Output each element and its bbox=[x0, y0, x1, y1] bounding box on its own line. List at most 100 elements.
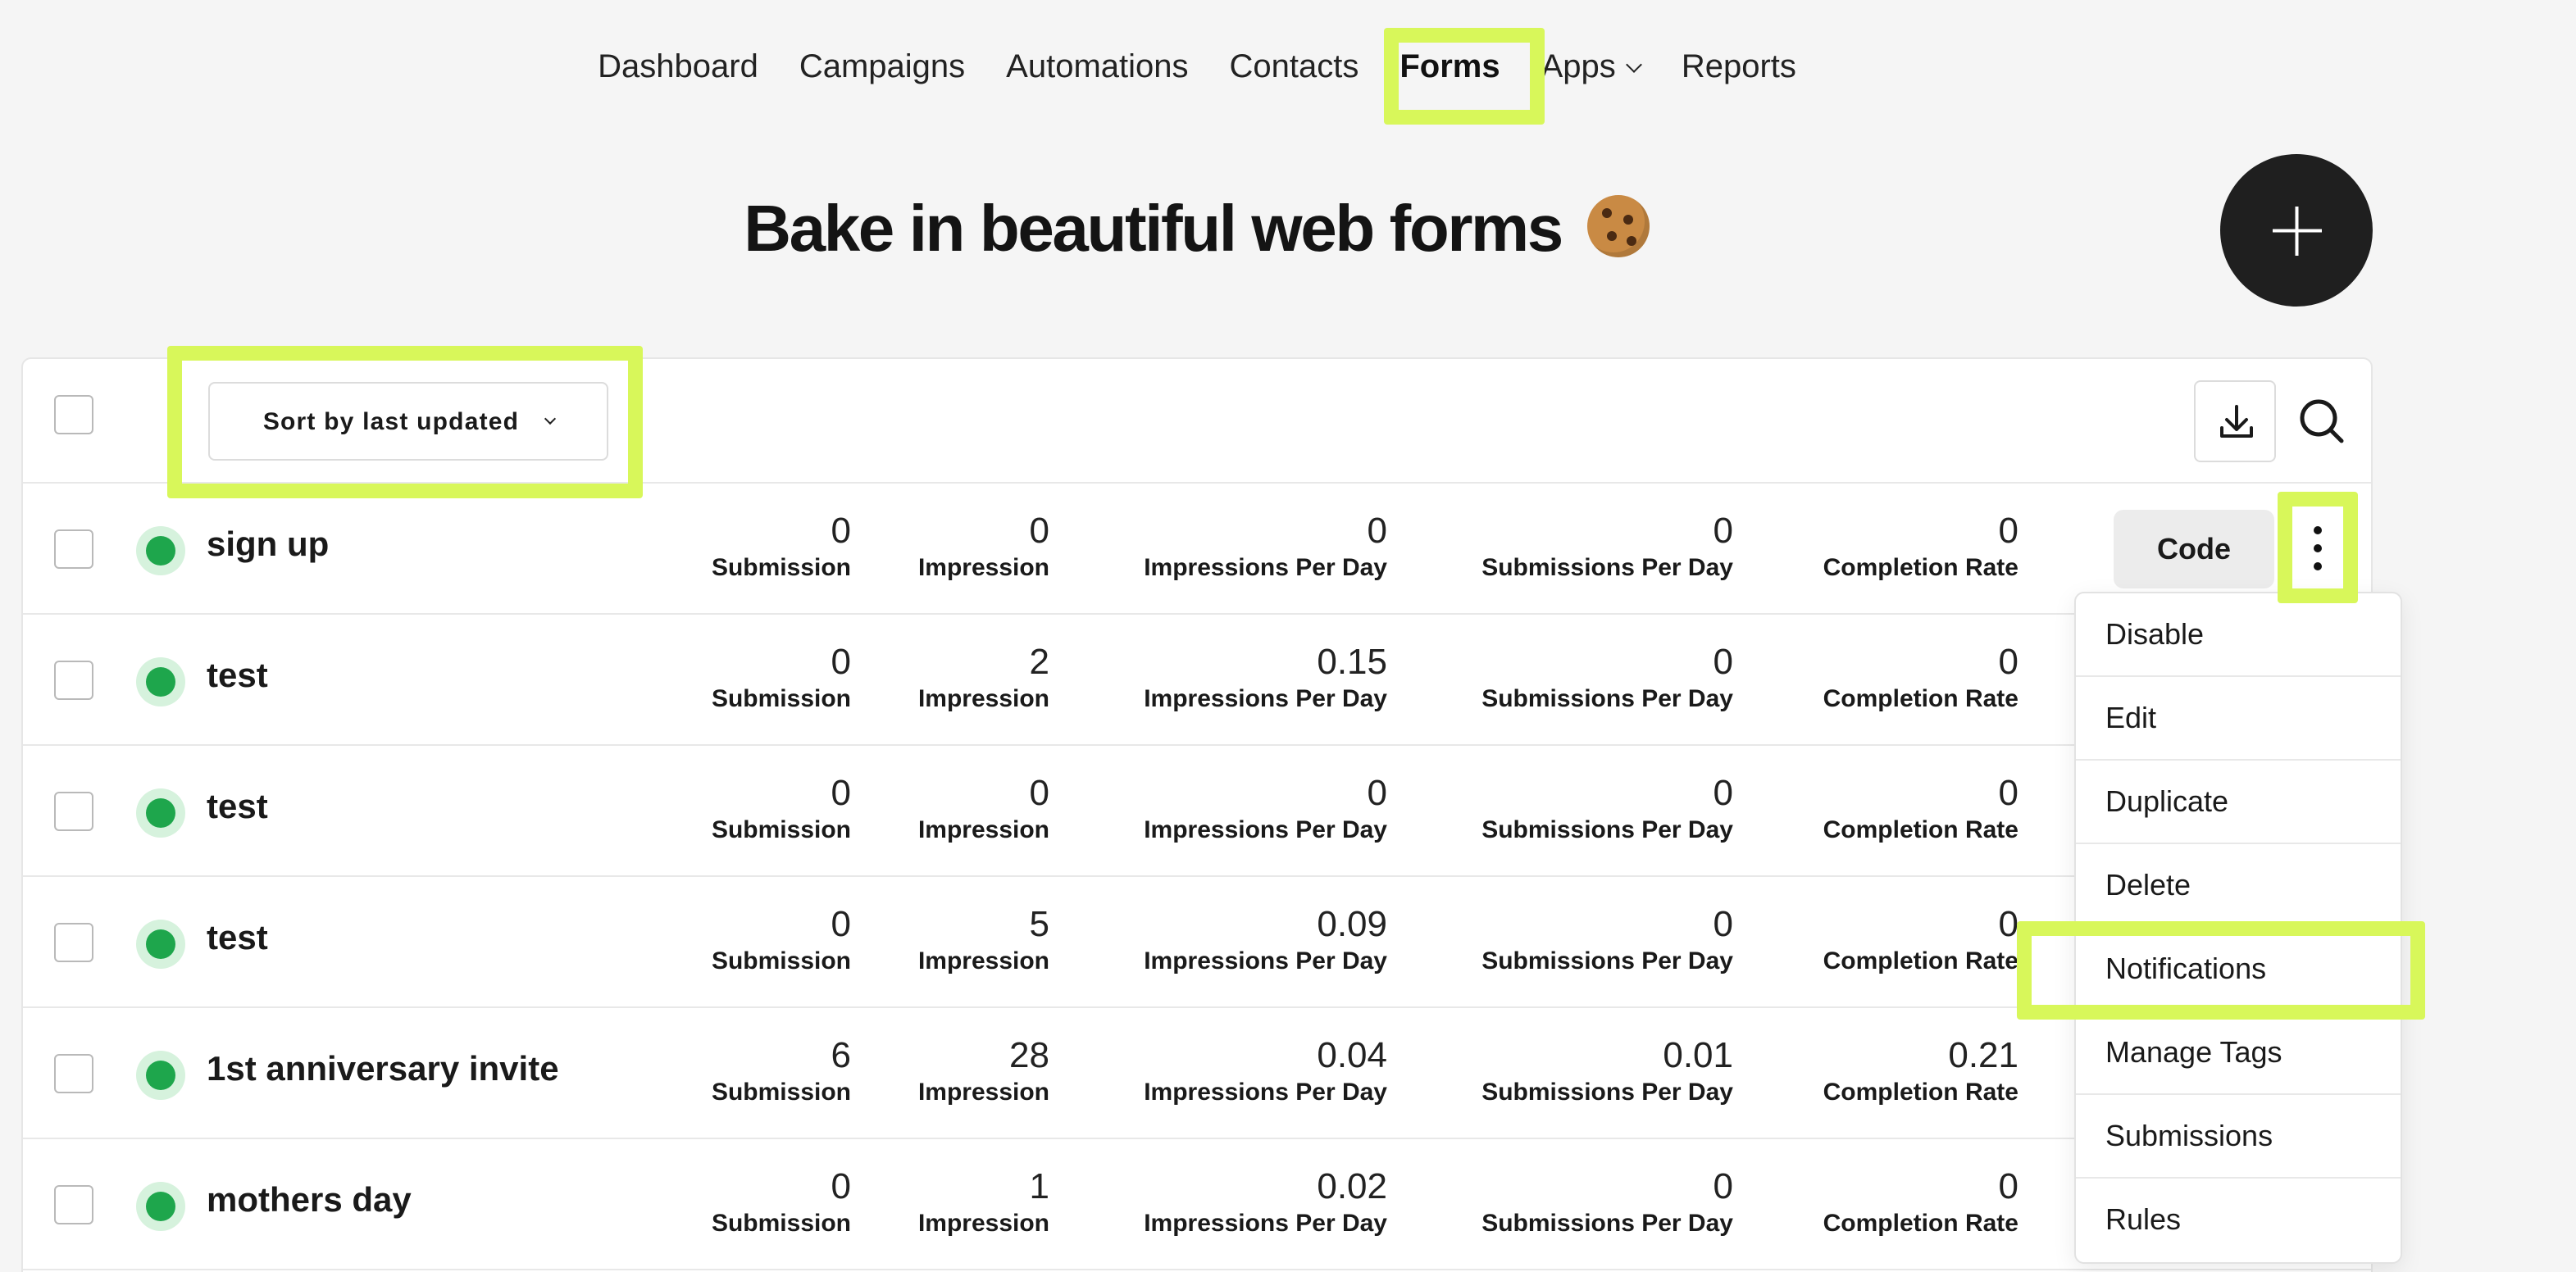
metric-impression: 5 Impression bbox=[918, 903, 1049, 979]
status-active-icon bbox=[136, 657, 185, 706]
metric-value: 0 bbox=[1998, 641, 2019, 682]
form-name[interactable]: 1st anniversary invite bbox=[207, 1051, 559, 1090]
row-checkbox[interactable] bbox=[54, 792, 93, 831]
code-button[interactable]: Code bbox=[2114, 510, 2274, 588]
metric-completion-rate: 0.21 Completion Rate bbox=[1823, 1034, 2018, 1110]
metric-submissions-per-day: 0.01 Submissions Per Day bbox=[1481, 1034, 1733, 1110]
nav-item-apps[interactable]: Apps bbox=[1541, 49, 1643, 87]
search-button[interactable] bbox=[2292, 392, 2351, 451]
main-nav: Dashboard Campaigns Automations Contacts… bbox=[0, 49, 2394, 87]
metric-value: 0 bbox=[831, 641, 852, 682]
table-toolbar: Sort by last updated bbox=[23, 359, 2371, 484]
form-name[interactable]: mothers day bbox=[207, 1182, 412, 1221]
row-checkbox[interactable] bbox=[54, 1185, 93, 1224]
sort-dropdown[interactable]: Sort by last updated bbox=[208, 382, 608, 461]
more-actions-button[interactable] bbox=[2309, 520, 2328, 579]
metric-label: Impression bbox=[917, 1210, 1049, 1238]
metric-submission: 6 Submission bbox=[712, 1034, 851, 1110]
metric-impression: 1 Impression bbox=[918, 1165, 1049, 1241]
metric-impression: 0 Impression bbox=[918, 772, 1049, 847]
create-form-button[interactable] bbox=[2220, 154, 2373, 307]
forms-table: Sort by last updated sign up 0 Submission 0… bbox=[21, 357, 2373, 1272]
metric-value: 0 bbox=[1998, 903, 2019, 944]
metric-label: Impression bbox=[917, 947, 1049, 975]
table-row[interactable]: test 0 Submission 0 Impression 0 Impressions P… bbox=[23, 746, 2371, 877]
metric-submission: 0 Submission bbox=[712, 1165, 851, 1241]
metric-value: 0.04 bbox=[1317, 1034, 1387, 1075]
nav-item-campaigns[interactable]: Campaigns bbox=[799, 49, 965, 87]
metric-value: 6 bbox=[831, 1034, 852, 1075]
table-row[interactable]: mothers day 0 Submission 1 Impression 0.02 Imp… bbox=[23, 1139, 2371, 1270]
table-row[interactable]: test 0 Submission 5 Impression 0.09 Impression… bbox=[23, 877, 2371, 1008]
table-row[interactable]: sign up 0 Submission 0 Impression 0 Impression… bbox=[23, 484, 2371, 615]
row-checkbox[interactable] bbox=[54, 923, 93, 962]
metric-impressions-per-day: 0 Impressions Per Day bbox=[1144, 772, 1387, 847]
form-name[interactable]: test bbox=[207, 657, 268, 697]
metric-submissions-per-day: 0 Submissions Per Day bbox=[1481, 1165, 1733, 1241]
status-active-icon bbox=[136, 1051, 185, 1100]
metric-value: 0.01 bbox=[1663, 1034, 1733, 1075]
nav-item-reports[interactable]: Reports bbox=[1682, 49, 1796, 87]
table-row[interactable]: 1st anniversary invite 6 Submission 28 Impre… bbox=[23, 1008, 2371, 1139]
select-all-checkbox[interactable] bbox=[54, 395, 93, 434]
metric-value: 0 bbox=[831, 903, 852, 944]
menu-item-submissions[interactable]: Submissions bbox=[2076, 1095, 2401, 1179]
metric-completion-rate: 0 Completion Rate bbox=[1823, 903, 2018, 979]
metric-label: Impressions Per Day bbox=[1144, 1210, 1387, 1238]
metric-value: 0.02 bbox=[1317, 1165, 1387, 1206]
metric-label: Completion Rate bbox=[1823, 685, 2018, 713]
download-button[interactable] bbox=[2194, 380, 2276, 462]
nav-item-automations[interactable]: Automations bbox=[1006, 49, 1188, 87]
metric-label: Completion Rate bbox=[1823, 554, 2018, 582]
metric-impressions-per-day: 0.04 Impressions Per Day bbox=[1144, 1034, 1387, 1110]
table-row[interactable]: test 0 Submission 2 Impression 0.15 Impression… bbox=[23, 615, 2371, 746]
metric-value: 0 bbox=[1713, 1165, 1734, 1206]
nav-item-forms[interactable]: Forms bbox=[1400, 49, 1500, 87]
metric-value: 0 bbox=[1713, 903, 1734, 944]
metric-label: Completion Rate bbox=[1823, 816, 2018, 844]
metric-value: 0 bbox=[831, 510, 852, 551]
nav-item-dashboard[interactable]: Dashboard bbox=[598, 49, 758, 87]
metric-submissions-per-day: 0 Submissions Per Day bbox=[1481, 903, 1733, 979]
menu-item-disable[interactable]: Disable bbox=[2076, 593, 2401, 677]
metric-value: 0 bbox=[1998, 510, 2019, 551]
menu-item-duplicate[interactable]: Duplicate bbox=[2076, 761, 2401, 844]
metric-label: Impression bbox=[917, 816, 1049, 844]
metric-value: 0.09 bbox=[1317, 903, 1387, 944]
status-active-icon bbox=[136, 526, 185, 575]
metric-label: Completion Rate bbox=[1823, 1079, 2018, 1106]
menu-item-rules[interactable]: Rules bbox=[2076, 1179, 2401, 1262]
metric-label: Impression bbox=[917, 554, 1049, 582]
metric-submissions-per-day: 0 Submissions Per Day bbox=[1481, 510, 1733, 585]
metric-value: 0 bbox=[1998, 772, 2019, 813]
metric-submissions-per-day: 0 Submissions Per Day bbox=[1481, 772, 1733, 847]
nav-item-contacts[interactable]: Contacts bbox=[1230, 49, 1359, 87]
metric-value: 0 bbox=[831, 772, 852, 813]
menu-item-delete[interactable]: Delete bbox=[2076, 844, 2401, 928]
metric-impression: 0 Impression bbox=[918, 510, 1049, 585]
row-checkbox[interactable] bbox=[54, 1054, 93, 1093]
menu-item-notifications[interactable]: Notifications bbox=[2076, 928, 2401, 1011]
menu-item-manage-tags[interactable]: Manage Tags bbox=[2076, 1011, 2401, 1095]
metric-value: 0 bbox=[1713, 510, 1734, 551]
metric-value: 0 bbox=[1367, 510, 1388, 551]
metric-impressions-per-day: 0.09 Impressions Per Day bbox=[1144, 903, 1387, 979]
status-active-icon bbox=[136, 1182, 185, 1231]
metric-value: 0.15 bbox=[1317, 641, 1387, 682]
metric-label: Submissions Per Day bbox=[1481, 1210, 1733, 1238]
metric-label: Submission bbox=[711, 685, 851, 713]
chevron-down-icon bbox=[1626, 57, 1643, 73]
menu-item-edit[interactable]: Edit bbox=[2076, 677, 2401, 761]
metric-impression: 28 Impression bbox=[918, 1034, 1049, 1110]
metric-completion-rate: 0 Completion Rate bbox=[1823, 1165, 2018, 1241]
metric-submission: 0 Submission bbox=[712, 772, 851, 847]
metric-value: 0 bbox=[1998, 1165, 2019, 1206]
row-checkbox[interactable] bbox=[54, 529, 93, 569]
metric-label: Completion Rate bbox=[1823, 947, 2018, 975]
form-name[interactable]: test bbox=[207, 788, 268, 828]
form-name[interactable]: sign up bbox=[207, 526, 329, 566]
form-name[interactable]: test bbox=[207, 920, 268, 959]
metric-label: Submissions Per Day bbox=[1481, 685, 1733, 713]
metric-value: 0 bbox=[1713, 772, 1734, 813]
row-checkbox[interactable] bbox=[54, 661, 93, 700]
